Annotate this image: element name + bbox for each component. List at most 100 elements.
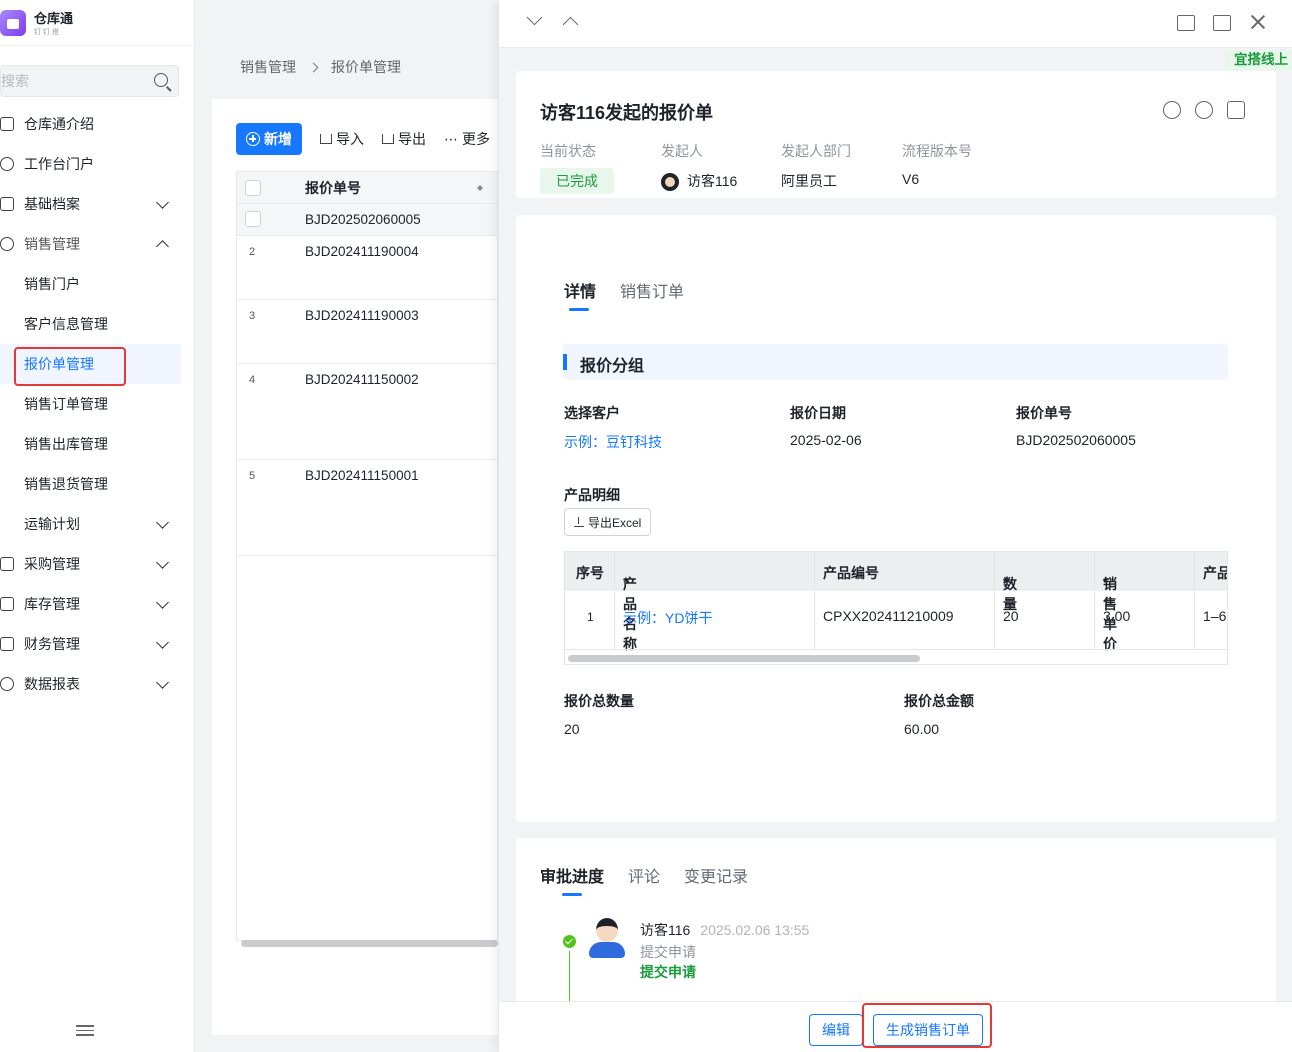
sidebar-item-customer-info[interactable]: 客户信息管理 bbox=[0, 304, 195, 344]
add-button[interactable]: 新增 bbox=[236, 123, 302, 155]
tab-sales-order[interactable]: 销售订单 bbox=[620, 278, 684, 302]
sidebar-item-inventory[interactable]: 库存管理 bbox=[0, 584, 195, 624]
drawer-footer: 编辑 生成销售订单 bbox=[499, 1001, 1292, 1052]
print-icon[interactable] bbox=[1227, 101, 1245, 119]
table-row[interactable]: 5 BJD202411150001 bbox=[237, 460, 497, 556]
table-row[interactable]: 2 BJD202411190004 bbox=[237, 236, 497, 300]
approval-tabs: 审批进度 评论 变更记录 bbox=[540, 863, 748, 896]
product-link[interactable]: 示例：YD饼干 bbox=[623, 608, 712, 628]
app-subtitle: 钉钉搭 bbox=[34, 29, 61, 36]
platform-tag: 宜搭线上 bbox=[1226, 50, 1292, 70]
more-button[interactable]: ⋯ 更多 bbox=[444, 129, 490, 149]
breadcrumb-current: 报价单管理 bbox=[331, 59, 401, 75]
sidebar-item-sales-portal[interactable]: 销售门户 bbox=[0, 264, 195, 304]
wallet-icon bbox=[0, 637, 14, 651]
sidebar-item-sales-outbound[interactable]: 销售出库管理 bbox=[0, 424, 195, 464]
search-input[interactable] bbox=[1, 73, 141, 89]
generate-sales-order-button[interactable]: 生成销售订单 bbox=[873, 1014, 983, 1046]
chevron-up-icon bbox=[156, 240, 169, 253]
chevron-right-icon bbox=[308, 62, 319, 72]
sidebar-nav: 仓库通介绍 工作台门户 基础档案 销售管理 销售门户 客户信息管理 报价单管理 … bbox=[0, 104, 195, 704]
row-checkbox[interactable] bbox=[245, 211, 261, 227]
customer-link[interactable]: 示例：豆钉科技 bbox=[564, 432, 662, 452]
approval-time: 2025.02.06 13:55 bbox=[700, 922, 810, 938]
drawer-toolbar bbox=[499, 0, 1292, 48]
select-all-checkbox[interactable] bbox=[245, 179, 261, 196]
check-circle-icon bbox=[563, 935, 576, 948]
users-icon bbox=[0, 237, 14, 251]
app-title: 仓库通 bbox=[34, 11, 74, 26]
app-logo-icon bbox=[0, 9, 26, 36]
sidebar-item-sales-order[interactable]: 销售订单管理 bbox=[0, 384, 195, 424]
approval-status: 提交申请 bbox=[640, 964, 696, 980]
approval-action: 提交申请 bbox=[640, 944, 696, 960]
database-icon bbox=[0, 677, 14, 691]
chevron-down-icon bbox=[156, 516, 169, 529]
table-row[interactable]: 3 BJD202411190003 bbox=[237, 300, 497, 364]
sidebar-item-transport[interactable]: 运输计划 bbox=[0, 504, 195, 544]
sidebar: 仓库通 钉钉搭 仓库通介绍 工作台门户 基础档案 销售管理 销售门户 bbox=[0, 0, 195, 1052]
approver-name: 访客116 2025.02.06 13:55 bbox=[640, 922, 810, 938]
sidebar-item-sales[interactable]: 销售管理 bbox=[0, 224, 195, 264]
home-icon bbox=[0, 117, 14, 131]
chevron-down-icon bbox=[156, 676, 169, 689]
window-icon[interactable] bbox=[1177, 15, 1195, 31]
tab-approval-progress[interactable]: 审批进度 bbox=[540, 863, 604, 896]
table-header: 序号 产品名称* 产品编号 数量* 销售单价* 产品 bbox=[565, 552, 1227, 652]
search-icon[interactable] bbox=[154, 73, 168, 87]
horizontal-scrollbar[interactable] bbox=[568, 655, 920, 662]
group-header: 报价分组 bbox=[563, 344, 1228, 380]
sidebar-item-intro[interactable]: 仓库通介绍 bbox=[0, 104, 195, 144]
sidebar-item-finance[interactable]: 财务管理 bbox=[0, 624, 195, 664]
detail-tabs: 详情 销售订单 bbox=[564, 278, 684, 311]
grid-icon bbox=[0, 157, 14, 171]
cube-icon bbox=[0, 197, 14, 211]
quotation-list-table: 报价单号 BJD202502060005 2 BJD202411190004 3… bbox=[236, 171, 498, 941]
open-external-icon[interactable] bbox=[1213, 15, 1231, 31]
chevron-down-icon bbox=[156, 196, 169, 209]
list-toolbar: 新增 导入 导出 ⋯ 更多 bbox=[236, 123, 490, 155]
horizontal-scrollbar[interactable] bbox=[241, 940, 498, 947]
table-row[interactable]: 4 BJD202411150002 bbox=[237, 364, 497, 460]
column-header-number[interactable]: 报价单号 bbox=[305, 178, 361, 198]
tab-comments[interactable]: 评论 bbox=[628, 863, 660, 887]
user-icon[interactable] bbox=[1163, 101, 1181, 119]
tab-change-history[interactable]: 变更记录 bbox=[684, 863, 748, 887]
ellipsis-icon: ⋯ bbox=[444, 130, 458, 147]
export-excel-button[interactable]: 导出Excel bbox=[564, 508, 652, 536]
product-table: 序号 产品名称* 产品编号 数量* 销售单价* 产品 1 示例：YD饼干 CPX… bbox=[564, 551, 1228, 665]
table-row[interactable]: 1 示例：YD饼干 CPXX202411210009 20 3.00 1–6 bbox=[565, 591, 1227, 650]
search-box[interactable] bbox=[0, 65, 179, 97]
import-icon bbox=[320, 134, 332, 144]
next-record-icon[interactable] bbox=[526, 9, 543, 26]
avatar bbox=[587, 918, 627, 960]
status-badge: 已完成 bbox=[540, 168, 614, 194]
previous-record-icon[interactable] bbox=[562, 16, 579, 33]
sidebar-item-sales-return[interactable]: 销售退货管理 bbox=[0, 464, 195, 504]
sidebar-item-purchase[interactable]: 采购管理 bbox=[0, 544, 195, 584]
chevron-down-icon bbox=[156, 636, 169, 649]
transfer-user-icon[interactable] bbox=[1195, 101, 1213, 119]
import-button[interactable]: 导入 bbox=[320, 129, 364, 149]
export-button[interactable]: 导出 bbox=[382, 129, 426, 149]
chevron-down-icon bbox=[156, 556, 169, 569]
sidebar-item-reports[interactable]: 数据报表 bbox=[0, 664, 195, 704]
sidebar-item-portal[interactable]: 工作台门户 bbox=[0, 144, 195, 184]
breadcrumb-parent[interactable]: 销售管理 bbox=[240, 57, 296, 77]
export-icon bbox=[382, 134, 394, 144]
logo: 仓库通 钉钉搭 bbox=[0, 0, 194, 46]
sidebar-item-quotation[interactable]: 报价单管理 bbox=[0, 344, 181, 384]
avatar bbox=[661, 173, 679, 192]
table-row[interactable]: BJD202502060005 bbox=[237, 204, 497, 236]
edit-button[interactable]: 编辑 bbox=[809, 1014, 863, 1046]
chevron-down-icon bbox=[156, 596, 169, 609]
download-icon bbox=[574, 517, 584, 527]
sort-icon[interactable] bbox=[476, 182, 484, 194]
close-icon[interactable] bbox=[1249, 13, 1267, 31]
breadcrumb: 销售管理 报价单管理 bbox=[240, 57, 401, 77]
sidebar-item-basic-archive[interactable]: 基础档案 bbox=[0, 184, 195, 224]
detail-drawer: 宜搭线上 访客116发起的报价单 当前状态 已完成 发起人 访客116 发起人部… bbox=[498, 0, 1292, 1052]
initiator: 访客116 bbox=[661, 171, 737, 192]
tab-detail[interactable]: 详情 bbox=[564, 278, 596, 311]
collapse-menu-icon[interactable] bbox=[76, 1025, 94, 1039]
